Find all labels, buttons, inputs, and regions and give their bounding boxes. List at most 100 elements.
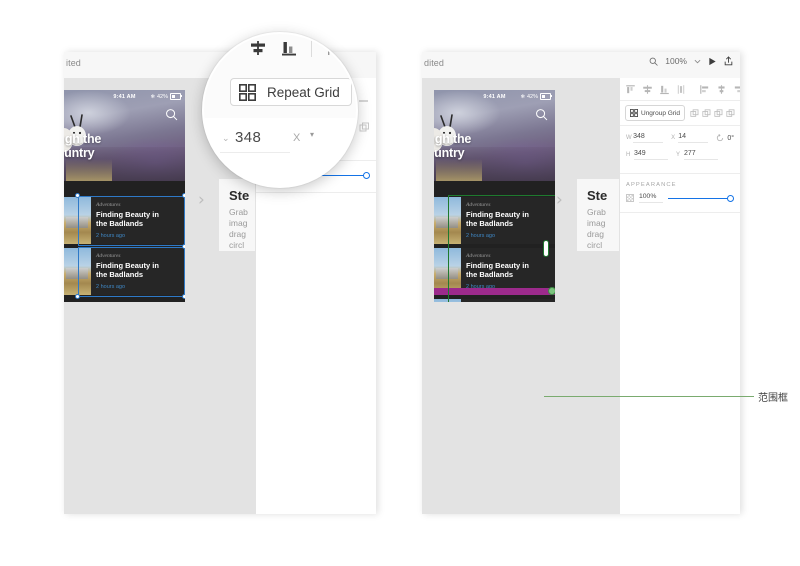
- rotation-value[interactable]: 0°: [727, 135, 734, 142]
- zoom-search-icon[interactable]: [649, 57, 658, 66]
- ungroup-grid-button[interactable]: Ungroup Grid: [625, 105, 686, 121]
- repeat-grid-button-zoomed[interactable]: Repeat Grid: [230, 78, 352, 106]
- y-input[interactable]: 277: [684, 150, 718, 160]
- story-card[interactable]: Adventures Finding Beauty in the Badland…: [64, 197, 185, 244]
- annotation-label: 范围框: [758, 393, 788, 404]
- hero-image: 9:41 AM ✻ 42% ough the country: [64, 90, 185, 181]
- appearance-section: APPEARANCE 100%: [620, 174, 740, 213]
- repeat-grid-icon: [239, 83, 256, 101]
- opacity-value[interactable]: 100%: [639, 193, 663, 203]
- intersect-icon[interactable]: [714, 108, 723, 118]
- status-time: 9:41 AM: [113, 93, 136, 100]
- right-window: dited 100% 9:41 AM ✻ 42% gh the untry Ad…: [422, 52, 740, 514]
- repeat-grid-icon: [630, 109, 638, 117]
- left-artboard[interactable]: 9:41 AM ✻ 42% ough the country: [64, 90, 185, 302]
- chevron-down-icon[interactable]: [694, 59, 701, 64]
- status-bar: 9:41 AM ✻ 42%: [64, 90, 185, 103]
- selection-handle[interactable]: [182, 244, 185, 249]
- bluetooth-icon: ✻: [520, 93, 525, 100]
- status-time: 9:41 AM: [483, 93, 506, 100]
- status-right: ✻ 42%: [151, 93, 182, 100]
- story-headline: Finding Beauty in the Badlands: [96, 261, 159, 279]
- ungroup-grid-label: Ungroup Grid: [641, 109, 681, 117]
- battery-percent: 42%: [526, 93, 538, 100]
- align-toolbar[interactable]: [620, 78, 740, 101]
- magnified-width-value[interactable]: 348: [235, 129, 261, 146]
- duplicate-icon: [359, 122, 369, 132]
- align-center-vertical-icon[interactable]: [716, 84, 727, 95]
- selection-handle[interactable]: [75, 193, 80, 198]
- align-bottom-icon[interactable]: [280, 39, 298, 57]
- hero-image: 9:41 AM ✻ 42% ough the country: [434, 90, 555, 181]
- repeat-grid-bounding-box[interactable]: [448, 195, 555, 302]
- x-input[interactable]: 14: [678, 133, 709, 143]
- align-top-icon[interactable]: [625, 84, 636, 95]
- battery-icon: [170, 93, 182, 100]
- status-right: ✻ 42%: [520, 93, 552, 100]
- hero-title: ough the country: [64, 132, 102, 160]
- repeat-grid-row[interactable]: Ungroup Grid: [620, 101, 740, 126]
- left-document-title: ited: [66, 58, 81, 68]
- boolean-ops-group[interactable]: [690, 108, 735, 118]
- battery-icon: [540, 93, 552, 100]
- story-timestamp: 2 hours ago: [96, 233, 126, 239]
- distribute-vertical-icon[interactable]: [325, 39, 343, 57]
- story-thumbnail: [64, 248, 91, 295]
- rotation-field[interactable]: 0°: [716, 134, 734, 142]
- distribute-vertical-icon[interactable]: [676, 84, 687, 95]
- width-input[interactable]: 348: [633, 133, 664, 143]
- tutorial-title: Ste: [587, 188, 608, 203]
- selection-handle[interactable]: [182, 294, 185, 299]
- exclude-icon[interactable]: [726, 108, 735, 118]
- screenshot-root: ited 9:41 AM ✻ 42% gh the untry Adventur…: [0, 0, 800, 566]
- align-center-horizontal-icon[interactable]: [249, 39, 267, 57]
- magnified-x-label: X: [293, 132, 301, 144]
- grid-bounding-box-anchor[interactable]: [548, 287, 555, 295]
- selection-handle[interactable]: [75, 294, 80, 299]
- story-card[interactable]: Adventures Finding Beauty in the Badland…: [64, 248, 185, 295]
- property-inspector: Ungroup Grid W 348 X 14 0° H 349 Y 277 A…: [619, 78, 740, 514]
- zoom-level-label[interactable]: 100%: [665, 56, 687, 66]
- opacity-slider[interactable]: [668, 194, 734, 203]
- align-bottom-icon[interactable]: [659, 84, 670, 95]
- y-label: Y: [676, 152, 681, 158]
- search-icon[interactable]: [535, 108, 548, 121]
- tutorial-chevron[interactable]: ›: [556, 190, 563, 210]
- width-label: W: [626, 135, 632, 141]
- repeat-grid-label: Repeat Grid: [267, 84, 340, 100]
- annotation-leader-line: [544, 396, 754, 397]
- subtract-icon[interactable]: [702, 108, 711, 118]
- window-controls[interactable]: 100%: [649, 56, 733, 66]
- height-input[interactable]: 349: [634, 150, 668, 160]
- share-icon[interactable]: [724, 56, 733, 66]
- battery-percent: 42%: [156, 93, 168, 100]
- status-bar: 9:41 AM ✻ 42%: [434, 90, 555, 103]
- search-icon[interactable]: [165, 108, 178, 121]
- play-preview-icon[interactable]: [708, 57, 717, 66]
- align-left-icon[interactable]: [699, 84, 710, 95]
- opacity-swatch-icon: [626, 194, 634, 202]
- align-toolbar-zoomed[interactable]: [218, 39, 343, 57]
- story-timestamp: 2 hours ago: [96, 284, 126, 290]
- story-headline: Finding Beauty in the Badlands: [96, 210, 159, 228]
- selection-handle[interactable]: [182, 193, 185, 198]
- transform-section[interactable]: W 348 X 14 0° H 349 Y 277: [620, 126, 740, 174]
- height-label: H: [626, 152, 631, 158]
- union-icon[interactable]: [690, 108, 699, 118]
- appearance-title: APPEARANCE: [626, 182, 677, 188]
- magnified-caret-icon: ▾: [310, 130, 315, 139]
- right-document-title: dited: [424, 58, 445, 68]
- tutorial-title: Ste: [229, 188, 250, 203]
- rotate-icon: [717, 134, 724, 142]
- align-top-icon[interactable]: [218, 39, 236, 57]
- grid-resize-handle-vertical[interactable]: [543, 240, 549, 257]
- story-kicker: Adventures: [96, 253, 121, 259]
- right-artboard[interactable]: 9:41 AM ✻ 42% ough the country: [434, 90, 555, 302]
- align-right-icon[interactable]: [733, 84, 740, 95]
- hero-title: ough the country: [434, 132, 472, 160]
- align-center-horizontal-icon[interactable]: [642, 84, 653, 95]
- tutorial-chevron[interactable]: ›: [198, 190, 205, 210]
- story-kicker: Adventures: [96, 202, 121, 208]
- x-label: X: [671, 135, 676, 141]
- right-titlebar: dited 100%: [422, 52, 740, 79]
